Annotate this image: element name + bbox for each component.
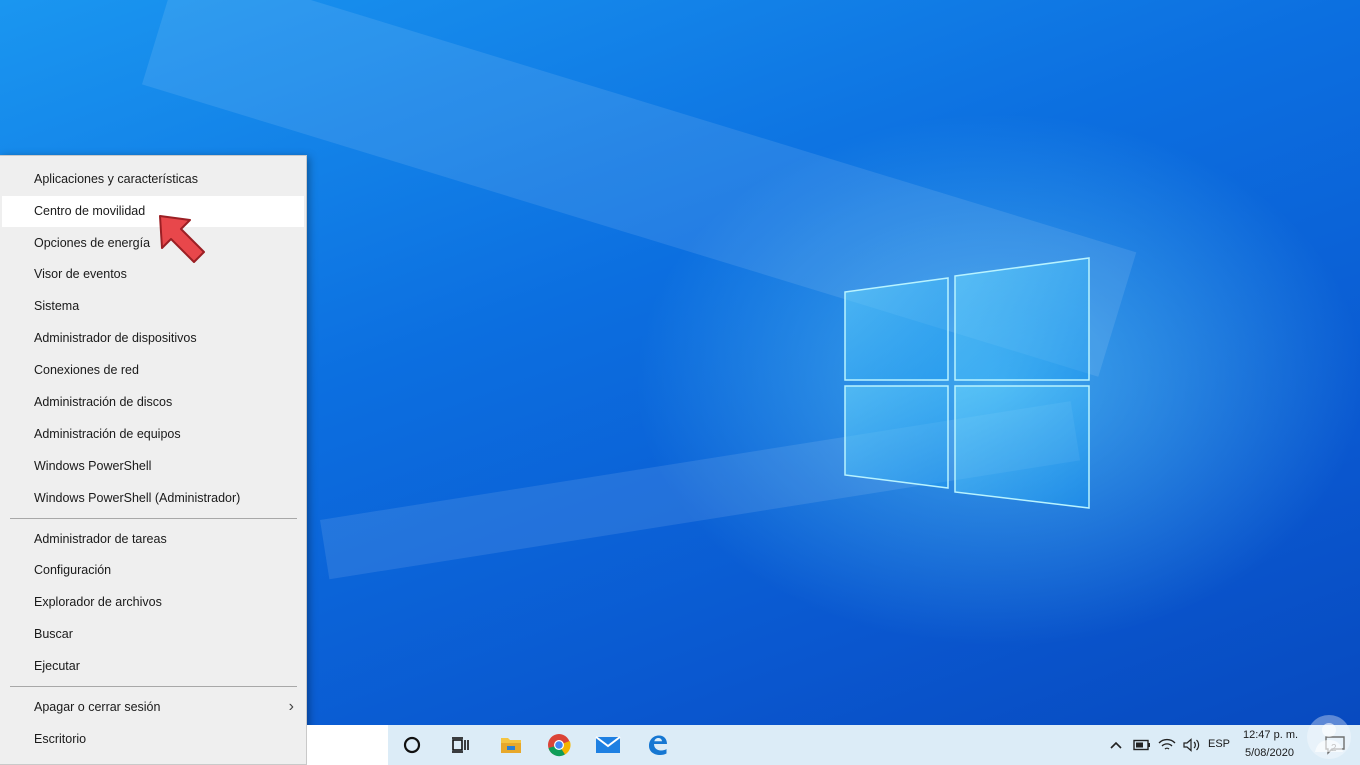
taskbar: ESP 12:47 p. m. 5/08/2020 2 — [307, 725, 1360, 765]
input-language-indicator[interactable]: ESP — [1208, 738, 1230, 750]
menu-item-settings[interactable]: Configuración — [2, 555, 304, 586]
menu-item-run[interactable]: Ejecutar — [2, 651, 304, 682]
task-view-icon[interactable] — [436, 725, 484, 765]
menu-item-label: Apagar o cerrar sesión — [34, 700, 161, 714]
clock-time[interactable]: 12:47 p. m. — [1243, 729, 1298, 741]
clock-date[interactable]: 5/08/2020 — [1245, 747, 1294, 759]
menu-item-search[interactable]: Buscar — [2, 619, 304, 650]
watermark-logo-icon — [1307, 715, 1351, 759]
menu-item-disk-management[interactable]: Administración de discos — [2, 387, 304, 418]
menu-item-task-manager[interactable]: Administrador de tareas — [2, 524, 304, 555]
menu-separator — [10, 686, 297, 687]
edge-icon[interactable] — [633, 725, 681, 765]
menu-item-computer-management[interactable]: Administración de equipos — [2, 419, 304, 450]
menu-item-powershell[interactable]: Windows PowerShell — [2, 451, 304, 482]
menu-item-system[interactable]: Sistema — [2, 291, 304, 322]
file-explorer-icon[interactable] — [487, 725, 535, 765]
battery-icon[interactable] — [1129, 725, 1155, 765]
menu-item-network-connections[interactable]: Conexiones de red — [2, 355, 304, 386]
mail-icon[interactable] — [584, 725, 632, 765]
red-arrow-pointer-icon — [159, 215, 205, 263]
chrome-icon[interactable] — [535, 725, 583, 765]
cortana-circle-icon[interactable] — [388, 725, 436, 765]
menu-separator — [10, 518, 297, 519]
show-hidden-icons-chevron-icon[interactable] — [1103, 725, 1129, 765]
taskbar-search-box[interactable] — [307, 725, 388, 765]
menu-item-file-explorer[interactable]: Explorador de archivos — [2, 587, 304, 618]
wifi-icon[interactable] — [1155, 725, 1179, 765]
menu-item-powershell-admin[interactable]: Windows PowerShell (Administrador) — [2, 483, 304, 514]
menu-item-device-manager[interactable]: Administrador de dispositivos — [2, 323, 304, 354]
chevron-right-icon: › — [288, 698, 294, 715]
menu-item-apps-features[interactable]: Aplicaciones y características — [2, 164, 304, 195]
menu-item-shutdown-signout[interactable]: Apagar o cerrar sesión › — [2, 692, 304, 723]
volume-icon[interactable] — [1179, 725, 1205, 765]
menu-item-desktop[interactable]: Escritorio — [2, 724, 304, 755]
